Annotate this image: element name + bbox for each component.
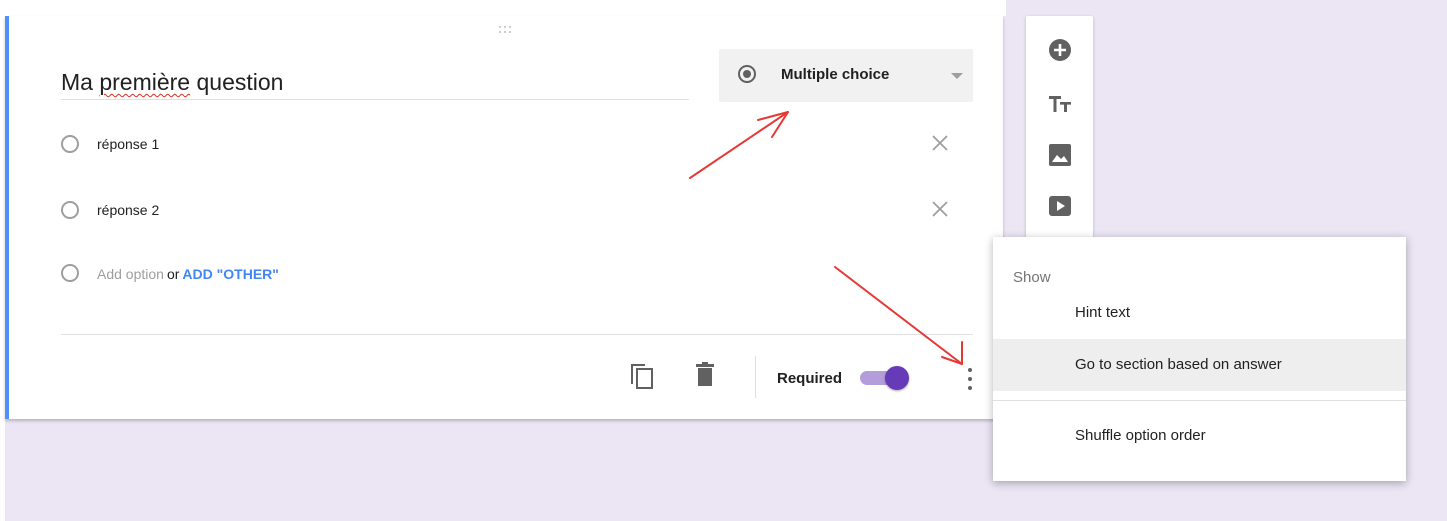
delete-icon[interactable] [695,362,715,388]
drag-handle-icon[interactable] [499,24,517,36]
title-text-icon[interactable] [1048,92,1072,116]
radio-button-checked-icon [738,65,756,83]
option-label[interactable]: réponse 1 [97,136,159,152]
menu-item-shuffle-option-order[interactable]: Shuffle option order [993,410,1406,462]
required-toggle[interactable] [860,366,910,390]
question-title-input[interactable]: Ma première question [61,67,689,100]
radio-unchecked-icon [61,264,79,282]
menu-header-show: Show [1013,269,1051,286]
add-circle-icon[interactable] [1048,38,1072,62]
more-options-icon[interactable] [964,366,976,392]
add-option-container: Add option or ADD "OTHER" [97,266,279,282]
close-icon[interactable] [929,198,951,220]
side-toolbar [1026,16,1093,238]
menu-item-hint-text[interactable]: Hint text [993,287,1406,339]
image-icon[interactable] [1048,143,1072,167]
question-title-post: question [190,69,284,95]
question-title-misspelled-word: première [99,69,191,95]
question-type-label: Multiple choice [781,66,890,83]
footer-separator [755,356,756,398]
question-title-pre: Ma [61,69,100,95]
top-strip [0,0,1006,16]
menu-item-go-to-section[interactable]: Go to section based on answer [993,339,1406,391]
dropdown-arrow-icon [951,73,963,79]
or-text: or [166,266,180,282]
menu-item-label: Shuffle option order [1075,427,1206,444]
menu-item-label: Hint text [1075,304,1131,321]
question-card[interactable]: Ma première question Multiple choice rép… [5,16,1003,419]
option-label[interactable]: réponse 2 [97,202,159,218]
more-options-menu: Show Hint text Go to section based on an… [993,237,1406,481]
radio-unchecked-icon [61,135,79,153]
radio-unchecked-icon [61,201,79,219]
menu-item-label: Go to section based on answer [1075,356,1282,373]
toggle-thumb [885,366,909,390]
video-icon[interactable] [1048,194,1072,218]
close-icon[interactable] [929,132,951,154]
question-type-dropdown[interactable]: Multiple choice [719,49,973,102]
menu-divider [993,400,1406,401]
option-row-2[interactable]: réponse 2 [61,198,961,222]
add-option-link[interactable]: Add option [97,266,164,282]
card-divider [61,334,973,335]
option-row-1[interactable]: réponse 1 [61,132,961,156]
duplicate-icon[interactable] [629,362,655,390]
required-label: Required [777,370,843,387]
add-other-link[interactable]: ADD "OTHER" [182,266,279,282]
